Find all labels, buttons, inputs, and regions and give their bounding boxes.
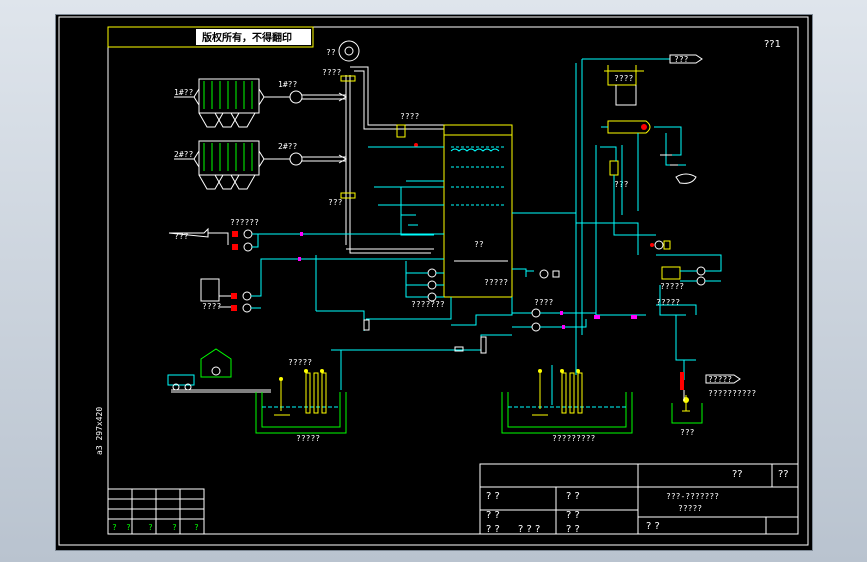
revision-block: [107, 488, 205, 535]
top-right-tag: ???: [674, 55, 689, 64]
fan1-label: 1#??: [278, 80, 297, 89]
pump-4b-icon[interactable]: [696, 276, 706, 286]
right-tank-label: ???: [614, 180, 629, 189]
dosing-tank-label: ????: [202, 302, 221, 311]
pump-3a-icon[interactable]: [427, 268, 437, 278]
pond-left-label: ?????: [296, 434, 320, 443]
filter-tag: ????: [614, 74, 633, 83]
pump-4a-icon[interactable]: [696, 266, 706, 276]
motor-icon: [675, 173, 697, 184]
pump-group1-label: ??????: [230, 218, 259, 227]
right-small2-label: ??????????: [708, 389, 756, 398]
title-row2-left: ? ?: [486, 510, 500, 521]
scrubber-tower: ?? ?????: [443, 124, 513, 298]
red-indicator: [414, 143, 418, 147]
drawing-name-line2: ?????: [678, 504, 702, 513]
pump-2b-icon[interactable]: [242, 303, 252, 313]
revision-cell-3: ?: [148, 523, 153, 532]
pump-valve-2b[interactable]: [231, 305, 237, 311]
title-header-mark: ??: [778, 469, 789, 480]
title-row3-left: ? ?: [486, 524, 500, 535]
water-tank-label: ???: [174, 232, 189, 241]
sheet-number: ??1: [764, 39, 781, 50]
bottom-pit-label: ???: [680, 428, 695, 437]
blower-label: ??: [326, 48, 336, 57]
right-small-label: ?????: [656, 298, 680, 307]
pump-3b-icon[interactable]: [427, 280, 437, 290]
title-row3-mid2: ? ?: [566, 524, 580, 535]
truck-icon: [167, 374, 195, 386]
title-header-right: ??: [732, 469, 743, 480]
pump-2a-icon[interactable]: [242, 291, 252, 301]
revision-cell-4: ?: [172, 523, 177, 532]
drawing-name-line1: ???-???????: [666, 492, 719, 501]
drawing-canvas[interactable]: 版权所有，不得翻印 ??1 a3 297x420 1#?? 2#?? 1#?? …: [55, 14, 813, 551]
tank-small: [609, 160, 619, 176]
revision-cell-5: ?: [194, 523, 199, 532]
pump-house-icon: [200, 348, 232, 378]
damper-top-label: ????: [322, 68, 341, 77]
title-row2-mid: ? ?: [566, 510, 580, 521]
valve-mid-label: ????: [400, 112, 419, 121]
fan-1-icon[interactable]: [289, 90, 303, 104]
pond-right-label: ?????????: [552, 434, 596, 443]
title-row3-mid1: ? ? ?: [518, 524, 540, 535]
right-pumps-label: ?????: [660, 282, 684, 291]
title-row1-left: ? ?: [486, 491, 500, 502]
pump-group-1: [232, 229, 253, 252]
pump-right-icon[interactable]: [539, 269, 549, 279]
bottom-pit: [671, 403, 703, 424]
pump-group2-label: ???????: [411, 300, 445, 309]
fan-2-icon[interactable]: [289, 152, 303, 166]
side-label: a3 297x420: [95, 407, 104, 455]
revision-cell-2: ?: [126, 523, 131, 532]
title-row1-mid: ? ?: [566, 491, 580, 502]
dosing-tank: [200, 278, 220, 302]
right-arrow-tag: ?????: [708, 375, 732, 384]
pipe-red: [680, 372, 684, 390]
pump-valve-2a[interactable]: [231, 293, 237, 299]
dust-collector-1: [193, 78, 265, 128]
blower-icon[interactable]: [338, 40, 360, 62]
fan2-label: 2#??: [278, 142, 297, 151]
revision-cell-1: ?: [112, 523, 117, 532]
scale-label: ? ?: [646, 521, 660, 532]
pump-1a-icon[interactable]: [243, 229, 253, 239]
tower-label: ??: [474, 240, 484, 249]
pump-right-label: ????: [534, 298, 553, 307]
sedimentation-pond-right: [501, 365, 633, 434]
inlet1-label: 1#??: [174, 88, 193, 97]
copyright-note: 版权所有，不得翻印: [202, 31, 292, 44]
dust-collector-2: [193, 140, 265, 190]
pump-5b-icon[interactable]: [531, 322, 541, 332]
pump-valve-1a[interactable]: [232, 231, 238, 237]
cad-viewer: 版权所有，不得翻印 ??1 a3 297x420 1#?? 2#?? 1#?? …: [0, 0, 867, 562]
damper-bottom[interactable]: [340, 192, 356, 199]
damper-bottom-label: ???: [328, 198, 343, 207]
damper-top[interactable]: [340, 75, 356, 82]
sedimentation-pond-left: [255, 369, 347, 434]
right-box-tank: [661, 266, 681, 280]
pump-1b-icon[interactable]: [243, 242, 253, 252]
pump-5a-icon[interactable]: [531, 308, 541, 318]
process-flow-diagram: 版权所有，不得翻印 ??1 a3 297x420 1#?? 2#?? 1#?? …: [58, 16, 809, 546]
pond-left-title: ?????: [288, 358, 312, 367]
valve-mid[interactable]: [396, 124, 406, 138]
pump-valve-1b[interactable]: [232, 244, 238, 250]
tower-bottom-label: ?????: [484, 278, 508, 287]
pump-group-2: [427, 268, 437, 302]
inlet2-label: 2#??: [174, 150, 193, 159]
pump-right-icon-2[interactable]: [654, 240, 664, 250]
